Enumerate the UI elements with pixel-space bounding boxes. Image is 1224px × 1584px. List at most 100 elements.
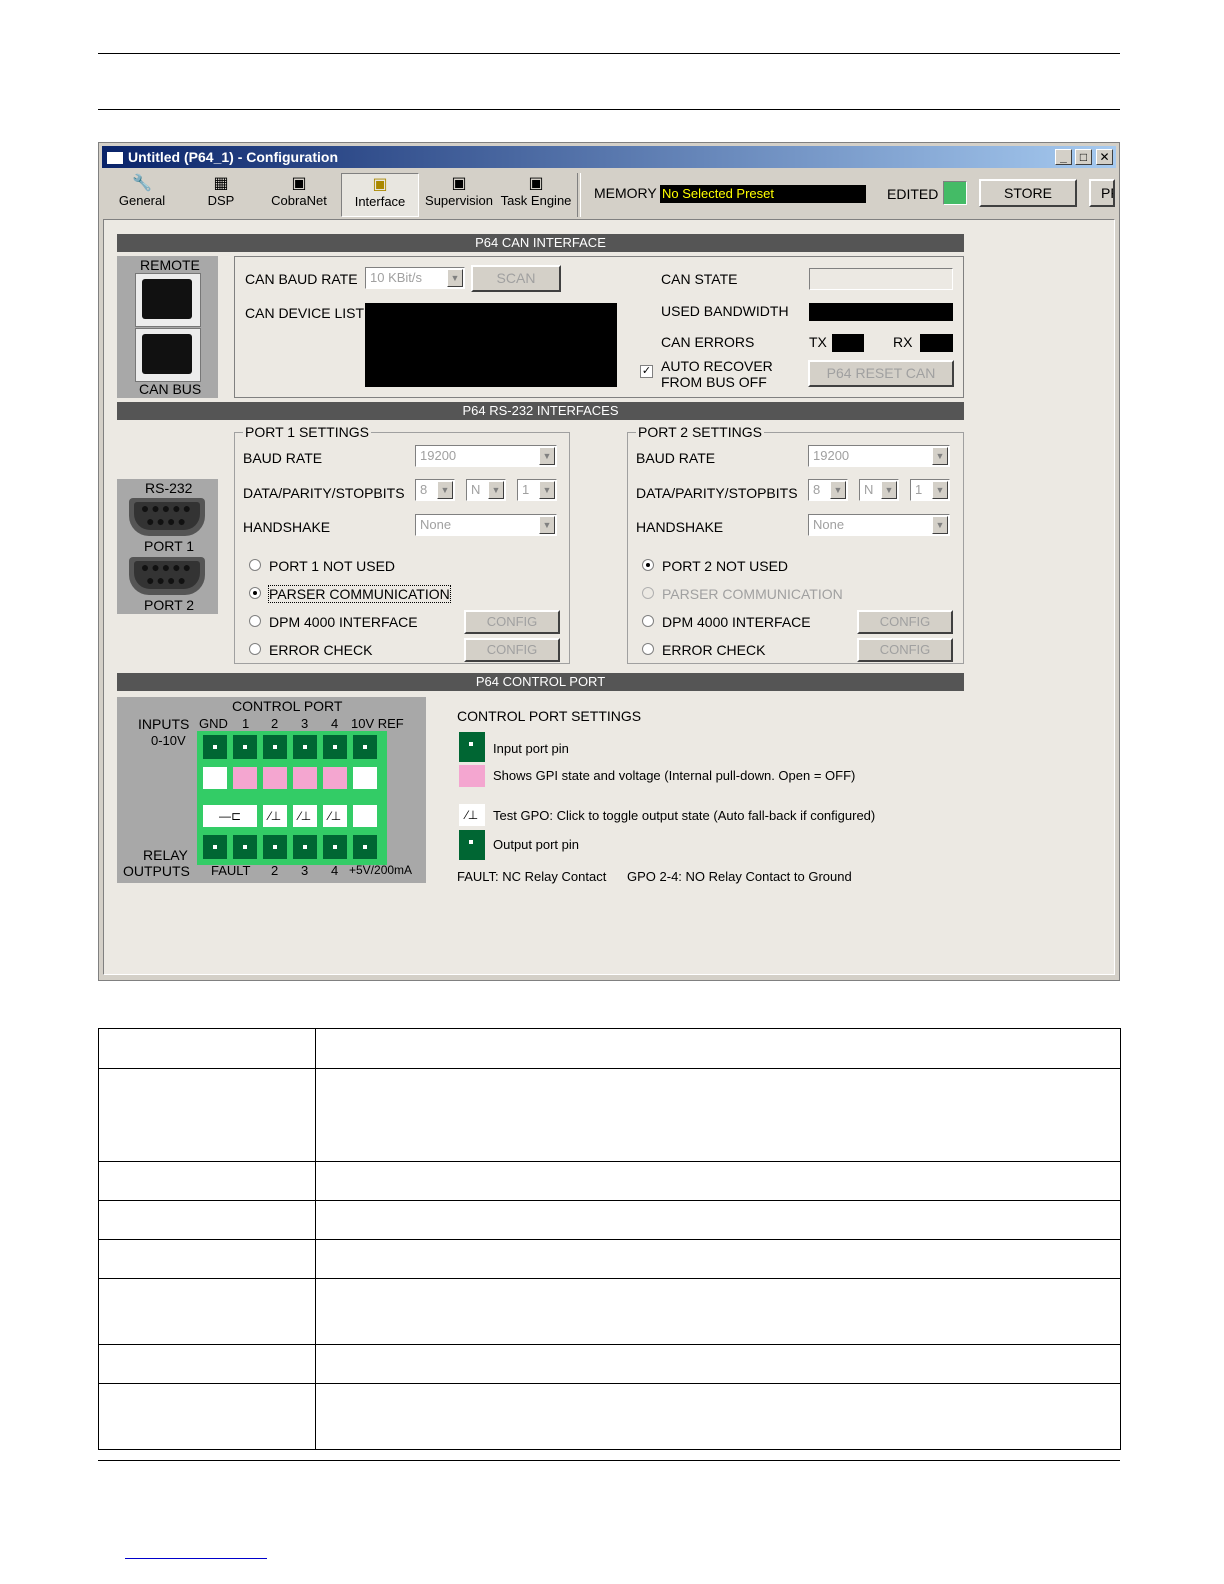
port1-parity-select[interactable]: N ▼ — [466, 479, 506, 501]
output-pin-fault-b — [233, 835, 257, 859]
chevron-down-icon: ▼ — [932, 481, 948, 499]
store-button[interactable]: STORE — [979, 179, 1077, 207]
relay-label: RELAY — [143, 847, 188, 863]
port2-error-config-button[interactable]: CONFIG — [857, 638, 953, 662]
port2-stop-select[interactable]: 1 ▼ — [910, 479, 950, 501]
footer-out-4: 4 — [331, 863, 339, 878]
legend-input-pin-icon — [459, 732, 485, 762]
fault-relay-switch-icon[interactable]: —⊏ — [203, 805, 257, 827]
port1-error-check-label: ERROR CHECK — [269, 642, 373, 658]
port1-handshake-select[interactable]: None ▼ — [415, 514, 557, 536]
chevron-down-icon: ▼ — [539, 481, 555, 499]
chevron-down-icon: ▼ — [447, 269, 463, 287]
port1-settings-title: PORT 1 SETTINGS — [243, 424, 371, 440]
gpo-toggle-4-icon[interactable]: ⁄⊥ — [323, 805, 347, 827]
auto-recover-checkbox[interactable]: ✓ — [640, 365, 653, 378]
port2-parser-radio[interactable] — [642, 587, 654, 599]
can-settings-group: CAN BAUD RATE 10 KBit/s ▼ SCAN CAN DEVIC… — [234, 256, 964, 398]
gpi-state-10v-ref — [353, 767, 377, 789]
legend-gpi-swatch — [459, 765, 485, 787]
footer-fault: FAULT — [211, 863, 251, 878]
tab-interface[interactable]: ▣ Interface — [341, 173, 419, 217]
chevron-down-icon: ▼ — [881, 481, 897, 499]
header-rule-bottom — [98, 109, 1120, 110]
footer-link-underline[interactable] — [125, 1558, 267, 1559]
chevron-down-icon: ▼ — [932, 447, 948, 465]
control-port-settings-title: CONTROL PORT SETTINGS — [457, 708, 642, 724]
gpi-state-gnd — [203, 767, 227, 789]
close-button[interactable]: ✕ — [1096, 149, 1113, 165]
port1-dpm-radio[interactable] — [249, 615, 261, 627]
gpi-state-4 — [323, 767, 347, 789]
port2-handshake-label: HANDSHAKE — [636, 519, 724, 535]
pf-button[interactable]: PF — [1089, 179, 1115, 207]
table-row — [98, 1383, 1121, 1450]
memory-label: MEMORY — [594, 185, 657, 201]
header-in-1: 1 — [242, 716, 250, 731]
footer-5v: +5V/200mA — [349, 863, 413, 877]
gpi-state-3 — [293, 767, 317, 789]
gpi-state-1 — [233, 767, 257, 789]
output-pin-4 — [323, 835, 347, 859]
p64-reset-can-button[interactable]: P64 RESET CAN — [808, 360, 954, 387]
port1-error-config-button[interactable]: CONFIG — [464, 638, 560, 662]
edited-label: EDITED — [887, 186, 939, 202]
port1-baud-select[interactable]: 19200 ▼ — [415, 445, 557, 467]
footer-out-2: 2 — [271, 863, 279, 878]
gpo-toggle-2-icon[interactable]: ⁄⊥ — [263, 805, 287, 827]
maximize-button[interactable]: □ — [1075, 149, 1092, 165]
inputs-label: INPUTS — [138, 716, 190, 732]
port1-not-used-radio[interactable] — [249, 559, 261, 571]
header-10v-ref: 10V REF — [351, 716, 404, 731]
can-device-list[interactable] — [365, 303, 617, 387]
outputs-label: OUTPUTS — [123, 863, 190, 879]
chevron-down-icon: ▼ — [539, 516, 555, 534]
gpo-toggle-3-icon[interactable]: ⁄⊥ — [293, 805, 317, 827]
port1-data-select[interactable]: 8 ▼ — [415, 479, 455, 501]
port1-parser-radio[interactable] — [249, 587, 261, 599]
tab-supervision[interactable]: ▣ Supervision — [421, 173, 497, 217]
port2-error-check-radio[interactable] — [642, 643, 654, 655]
memory-display: No Selected Preset — [660, 185, 866, 203]
rs232-section-title: P64 RS-232 INTERFACES — [117, 402, 964, 420]
port2-baud-select[interactable]: 19200 ▼ — [808, 445, 950, 467]
can-state-display — [809, 268, 953, 290]
auto-recover-label-1: AUTO RECOVER — [661, 358, 773, 374]
tab-task-engine[interactable]: ▣ Task Engine — [499, 173, 573, 217]
port2-dpm-radio[interactable] — [642, 615, 654, 627]
header-in-4: 4 — [331, 716, 339, 731]
can-baud-select[interactable]: 10 KBit/s ▼ — [365, 267, 465, 289]
port2-baud-label: BAUD RATE — [636, 450, 716, 466]
rj45-lower-icon — [135, 328, 201, 382]
port2-data-select[interactable]: 8 ▼ — [808, 479, 848, 501]
port1-dpm-label: DPM 4000 INTERFACE — [269, 614, 418, 630]
port2-settings-title: PORT 2 SETTINGS — [636, 424, 764, 440]
header-rule-top — [98, 53, 1120, 54]
legend-input-label: Input port pin — [493, 741, 569, 756]
port1-dpm-config-button[interactable]: CONFIG — [464, 610, 560, 634]
port2-dps-label: DATA/PARITY/STOPBITS — [636, 485, 798, 501]
dsp-icon: ▦ — [213, 175, 229, 192]
port2-dpm-config-button[interactable]: CONFIG — [857, 610, 953, 634]
tab-dsp[interactable]: ▦ DSP — [193, 173, 249, 217]
table-row — [98, 1161, 1121, 1201]
rx-display — [920, 334, 953, 352]
port1-stop-select[interactable]: 1 ▼ — [517, 479, 557, 501]
title-bar[interactable]: Untitled (P64_1) - Configuration _ □ ✕ — [102, 146, 1116, 168]
minimize-button[interactable]: _ — [1055, 149, 1072, 165]
port2-handshake-select[interactable]: None ▼ — [808, 514, 950, 536]
used-bandwidth-display — [809, 303, 953, 321]
port2-not-used-radio[interactable] — [642, 559, 654, 571]
tab-general[interactable]: 🔧 General — [109, 173, 175, 217]
edited-led — [943, 181, 967, 205]
control-section-title: P64 CONTROL PORT — [117, 673, 964, 691]
scan-button[interactable]: SCAN — [471, 265, 561, 292]
network-icon: ▣ — [291, 175, 307, 192]
db9-port2-icon: ●●●●● ●●●● — [129, 557, 205, 595]
port1-error-check-radio[interactable] — [249, 643, 261, 655]
port2-parity-select[interactable]: N ▼ — [859, 479, 899, 501]
tab-cobranet[interactable]: ▣ CobraNet — [263, 173, 335, 217]
remote-label: REMOTE — [140, 257, 200, 273]
can-errors-label: CAN ERRORS — [661, 334, 755, 350]
output-pin-5v — [353, 835, 377, 859]
